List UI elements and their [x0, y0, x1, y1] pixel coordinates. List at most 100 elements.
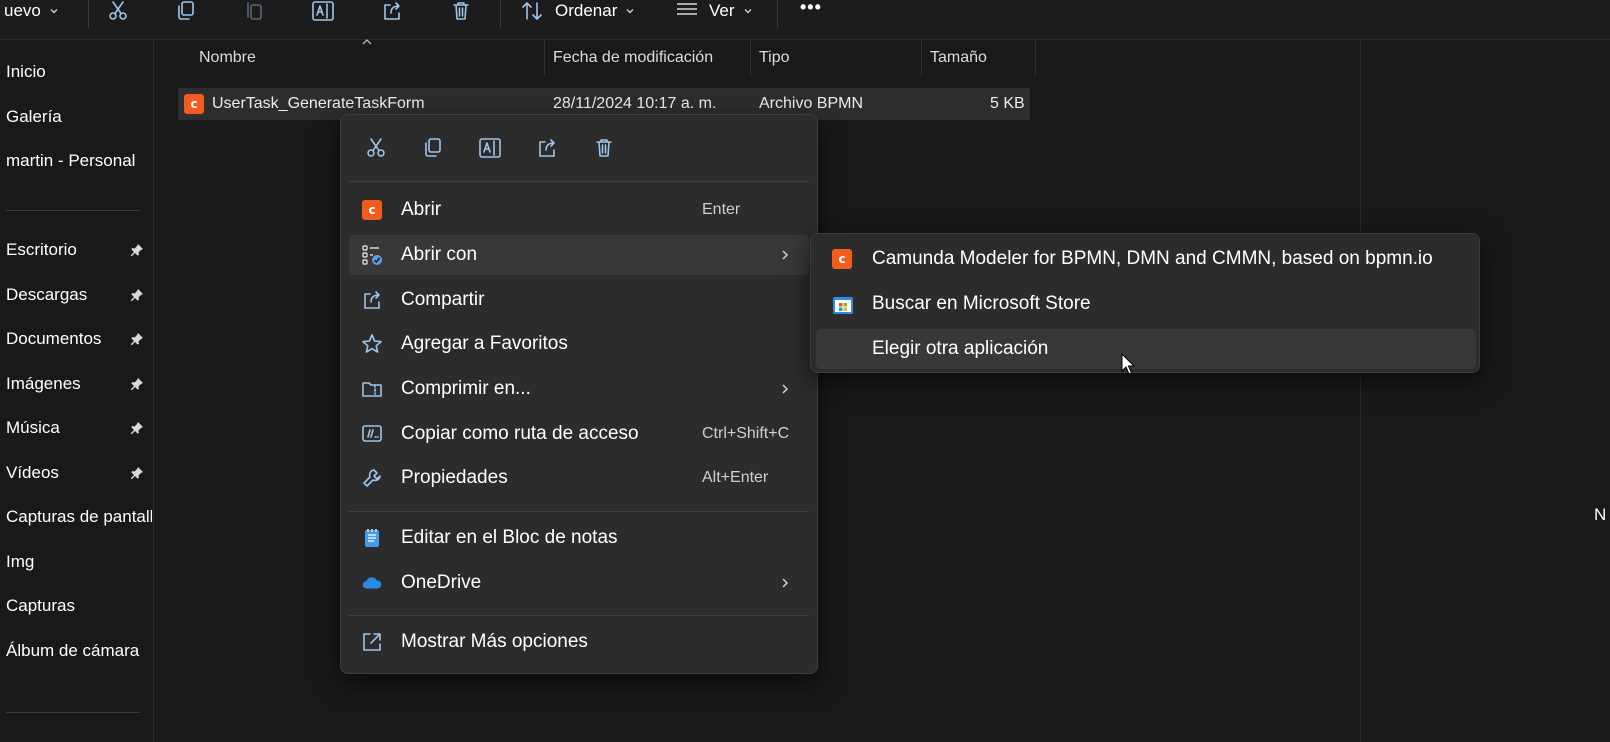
zip-folder-icon	[362, 382, 382, 397]
pin-icon[interactable]	[130, 377, 144, 391]
menu-item-label: Agregar a Favoritos	[401, 333, 568, 354]
sidebar-item-label: Capturas	[6, 596, 75, 615]
sidebar-item-label: Galería	[6, 107, 62, 126]
sidebar-item-label: Vídeos	[6, 463, 59, 482]
delete-quick-action[interactable]	[589, 133, 619, 163]
menu-item-label: Compartir	[401, 289, 485, 310]
copy-quick-action[interactable]	[418, 133, 448, 163]
external-link-icon	[363, 633, 381, 651]
sidebar-item-musica[interactable]: Música	[6, 414, 152, 442]
cut-quick-action[interactable]	[361, 133, 391, 163]
menu-item-compress-to[interactable]: Comprimir en...	[349, 369, 809, 409]
pin-icon[interactable]	[130, 243, 144, 257]
column-divider[interactable]	[750, 40, 751, 76]
menu-separator	[349, 181, 809, 182]
column-header-label: Tipo	[759, 49, 790, 66]
cut-button[interactable]	[107, 0, 129, 22]
paste-button[interactable]	[243, 0, 265, 22]
submenu-item-label: Buscar en Microsoft Store	[872, 293, 1091, 314]
submenu-item-camunda-modeler[interactable]: c Camunda Modeler for BPMN, DMN and CMMN…	[816, 239, 1476, 279]
column-header-modified[interactable]: Fecha de modificación	[553, 40, 713, 76]
view-icon	[677, 3, 697, 15]
share-button[interactable]	[381, 0, 403, 22]
sidebar-item-capturas[interactable]: Capturas	[6, 592, 152, 620]
pin-icon[interactable]	[130, 466, 144, 480]
column-divider[interactable]	[921, 40, 922, 76]
sidebar-item-descargas[interactable]: Descargas	[6, 281, 152, 309]
menu-item-show-more-options[interactable]: Mostrar Más opciones	[349, 622, 809, 662]
column-header-type[interactable]: Tipo	[759, 40, 790, 76]
sidebar-item-album-de-camara[interactable]: Álbum de cámara	[6, 637, 152, 665]
file-size: 5 KB	[990, 95, 1025, 112]
delete-button[interactable]	[450, 0, 472, 22]
rename-icon	[312, 1, 334, 21]
rename-quick-action[interactable]	[475, 133, 505, 163]
chevron-right-icon	[782, 250, 789, 260]
menu-item-label: Abrir	[401, 199, 442, 220]
details-pane	[1360, 40, 1610, 742]
paste-icon	[247, 2, 262, 20]
file-icon-cell: c	[184, 88, 204, 120]
pin-icon[interactable]	[130, 288, 144, 302]
more-icon: •••	[800, 0, 822, 17]
rename-button[interactable]	[311, 0, 335, 22]
menu-item-shortcut: Alt+Enter	[702, 469, 769, 486]
menu-item-copy-as-path[interactable]: Copiar como ruta de acceso Ctrl+Shift+C	[349, 414, 809, 454]
more-options-button[interactable]: •••	[800, 0, 822, 18]
sidebar-item-escritorio[interactable]: Escritorio	[6, 236, 152, 264]
menu-item-label: Editar en el Bloc de notas	[401, 527, 618, 548]
share-quick-action[interactable]	[532, 133, 562, 163]
column-header-size[interactable]: Tamaño	[930, 40, 987, 76]
menu-item-label: Mostrar Más opciones	[401, 631, 588, 652]
submenu-item-choose-another-app[interactable]: Elegir otra aplicación	[816, 329, 1476, 369]
column-header-name[interactable]: Nombre	[199, 40, 256, 76]
menu-item-properties[interactable]: Propiedades Alt+Enter	[349, 458, 809, 498]
pin-icon[interactable]	[130, 332, 144, 346]
navigation-pane: Inicio Galería martin - Personal Escrito…	[0, 40, 154, 742]
context-menu: c Abrir Enter Abrir con Compartir Agrega…	[340, 114, 818, 674]
share-icon	[384, 2, 400, 20]
column-divider[interactable]	[544, 40, 545, 76]
mouse-cursor-icon	[1121, 353, 1136, 375]
sort-button[interactable]: Ordenar	[521, 0, 635, 22]
pin-icon[interactable]	[130, 421, 144, 435]
sidebar-item-inicio[interactable]: Inicio	[6, 58, 152, 86]
menu-item-add-to-favorites[interactable]: Agregar a Favoritos	[349, 324, 809, 364]
sidebar-item-documentos[interactable]: Documentos	[6, 325, 152, 353]
sidebar-item-img[interactable]: Img	[6, 548, 152, 576]
menu-item-onedrive[interactable]: OneDrive	[349, 563, 809, 603]
view-button[interactable]: Ver	[675, 0, 753, 22]
submenu-item-label: Camunda Modeler for BPMN, DMN and CMMN, …	[872, 248, 1433, 269]
sidebar-item-label: Inicio	[6, 62, 46, 81]
copy-path-icon	[362, 425, 382, 442]
menu-item-edit-in-notepad[interactable]: Editar en el Bloc de notas	[349, 518, 809, 558]
sidebar-item-onedrive-personal[interactable]: martin - Personal	[6, 147, 152, 175]
copy-button[interactable]	[175, 0, 197, 22]
chevron-right-icon	[782, 384, 789, 394]
column-divider[interactable]	[1035, 40, 1036, 76]
sidebar-item-galeria[interactable]: Galería	[6, 103, 152, 131]
toolbar-divider	[777, 0, 778, 28]
column-header-label: Nombre	[199, 49, 256, 66]
sidebar-item-imagenes[interactable]: Imágenes	[6, 370, 152, 398]
camunda-app-icon: c	[832, 249, 852, 269]
camunda-app-icon: c	[361, 199, 383, 221]
sidebar-item-videos[interactable]: Vídeos	[6, 459, 152, 487]
view-label: Ver	[709, 1, 735, 20]
menu-item-open-with[interactable]: Abrir con	[349, 235, 809, 275]
sidebar-item-label: Música	[6, 418, 60, 437]
new-button[interactable]: uevo	[4, 0, 59, 22]
open-with-submenu: c Camunda Modeler for BPMN, DMN and CMMN…	[810, 233, 1480, 373]
scissors-icon	[367, 138, 385, 157]
menu-item-shortcut: Ctrl+Shift+C	[702, 425, 790, 442]
sidebar-item-label: Img	[6, 552, 35, 571]
chevron-right-icon	[782, 578, 789, 588]
details-pane-text: N	[1594, 505, 1607, 524]
new-button-label: uevo	[4, 1, 41, 20]
submenu-item-microsoft-store[interactable]: Buscar en Microsoft Store	[816, 284, 1476, 324]
share-icon	[539, 139, 555, 157]
sidebar-item-capturas-de-pantalla[interactable]: Capturas de pantall	[6, 503, 152, 531]
sort-label: Ordenar	[555, 1, 618, 20]
menu-item-share[interactable]: Compartir	[349, 280, 809, 320]
menu-item-open[interactable]: c Abrir Enter	[349, 190, 809, 230]
